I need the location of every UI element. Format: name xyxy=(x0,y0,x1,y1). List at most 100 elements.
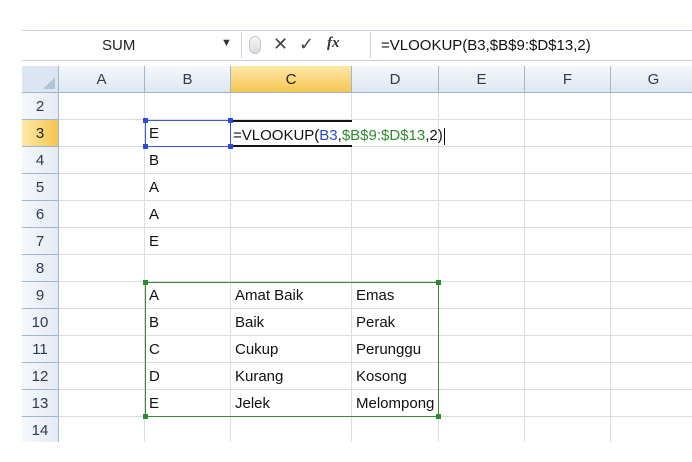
cell-e3[interactable] xyxy=(439,120,525,147)
cell-e11[interactable] xyxy=(439,336,525,363)
row-header-11[interactable]: 11 xyxy=(22,336,59,363)
cell-g11[interactable] xyxy=(611,336,692,363)
cell-f13[interactable] xyxy=(525,390,611,417)
select-all-button[interactable] xyxy=(22,66,59,93)
reference-handle-range[interactable] xyxy=(436,280,441,285)
row-header-4[interactable]: 4 xyxy=(22,147,59,174)
reference-handle-b3[interactable] xyxy=(143,144,148,149)
cell-a12[interactable] xyxy=(59,363,145,390)
cell-f12[interactable] xyxy=(525,363,611,390)
cell-e5[interactable] xyxy=(439,174,525,201)
cell-g8[interactable] xyxy=(611,255,692,282)
cell-b6[interactable]: A xyxy=(145,201,231,228)
cell-c14[interactable] xyxy=(231,417,352,442)
cell-c10[interactable]: Baik xyxy=(231,309,352,336)
cell-b7[interactable]: E xyxy=(145,228,231,255)
cell-c6[interactable] xyxy=(231,201,352,228)
cell-a9[interactable] xyxy=(59,282,145,309)
cell-a13[interactable] xyxy=(59,390,145,417)
active-cell-editor[interactable]: =VLOOKUP(B3,$B$9:$D$13,2) xyxy=(231,120,445,147)
row-header-2[interactable]: 2 xyxy=(22,93,59,120)
cell-g6[interactable] xyxy=(611,201,692,228)
cell-b11[interactable]: C xyxy=(145,336,231,363)
cell-c11[interactable]: Cukup xyxy=(231,336,352,363)
cell-f9[interactable] xyxy=(525,282,611,309)
cell-b4[interactable]: B xyxy=(145,147,231,174)
cell-a2[interactable] xyxy=(59,93,145,120)
cell-g7[interactable] xyxy=(611,228,692,255)
cell-c7[interactable] xyxy=(231,228,352,255)
cell-a8[interactable] xyxy=(59,255,145,282)
cell-e4[interactable] xyxy=(439,147,525,174)
cell-b14[interactable] xyxy=(145,417,231,442)
cell-e6[interactable] xyxy=(439,201,525,228)
cell-g14[interactable] xyxy=(611,417,692,442)
cell-e14[interactable] xyxy=(439,417,525,442)
cell-d4[interactable] xyxy=(352,147,439,174)
cell-b12[interactable]: D xyxy=(145,363,231,390)
cell-g5[interactable] xyxy=(611,174,692,201)
cell-d14[interactable] xyxy=(352,417,439,442)
column-header-g[interactable]: G xyxy=(611,66,692,93)
cancel-icon[interactable]: ✕ xyxy=(273,34,288,55)
cell-e8[interactable] xyxy=(439,255,525,282)
column-header-e[interactable]: E xyxy=(439,66,525,93)
row-header-6[interactable]: 6 xyxy=(22,201,59,228)
reference-handle-b3[interactable] xyxy=(228,118,233,123)
cell-e13[interactable] xyxy=(439,390,525,417)
cell-b9[interactable]: A xyxy=(145,282,231,309)
cell-b8[interactable] xyxy=(145,255,231,282)
cell-f2[interactable] xyxy=(525,93,611,120)
name-box[interactable]: SUM ▼ xyxy=(22,32,242,58)
cell-g10[interactable] xyxy=(611,309,692,336)
row-header-7[interactable]: 7 xyxy=(22,228,59,255)
cell-f7[interactable] xyxy=(525,228,611,255)
cell-b5[interactable]: A xyxy=(145,174,231,201)
column-header-c[interactable]: C xyxy=(231,66,352,93)
row-header-3[interactable]: 3 xyxy=(22,120,59,147)
cell-d10[interactable]: Perak xyxy=(352,309,439,336)
cell-g13[interactable] xyxy=(611,390,692,417)
cell-d9[interactable]: Emas xyxy=(352,282,439,309)
cell-e7[interactable] xyxy=(439,228,525,255)
grip-handle-icon[interactable] xyxy=(249,36,261,54)
cell-c12[interactable]: Kurang xyxy=(231,363,352,390)
cell-d5[interactable] xyxy=(352,174,439,201)
chevron-down-icon[interactable]: ▼ xyxy=(221,37,232,49)
formula-input[interactable]: =VLOOKUP(B3,$B$9:$D$13,2) xyxy=(381,37,591,54)
row-header-10[interactable]: 10 xyxy=(22,309,59,336)
cell-e9[interactable] xyxy=(439,282,525,309)
column-header-d[interactable]: D xyxy=(352,66,439,93)
cell-d11[interactable]: Perunggu xyxy=(352,336,439,363)
row-header-5[interactable]: 5 xyxy=(22,174,59,201)
cell-e10[interactable] xyxy=(439,309,525,336)
reference-handle-range[interactable] xyxy=(143,280,148,285)
cell-g2[interactable] xyxy=(611,93,692,120)
cell-g4[interactable] xyxy=(611,147,692,174)
row-header-12[interactable]: 12 xyxy=(22,363,59,390)
row-header-8[interactable]: 8 xyxy=(22,255,59,282)
cell-d8[interactable] xyxy=(352,255,439,282)
reference-handle-b3[interactable] xyxy=(143,118,148,123)
cell-d2[interactable] xyxy=(352,93,439,120)
row-header-9[interactable]: 9 xyxy=(22,282,59,309)
cell-d6[interactable] xyxy=(352,201,439,228)
cell-a6[interactable] xyxy=(59,201,145,228)
cell-d7[interactable] xyxy=(352,228,439,255)
column-header-b[interactable]: B xyxy=(145,66,231,93)
cell-c9[interactable]: Amat Baik xyxy=(231,282,352,309)
cell-c5[interactable] xyxy=(231,174,352,201)
column-header-f[interactable]: F xyxy=(525,66,611,93)
cell-a5[interactable] xyxy=(59,174,145,201)
cell-c8[interactable] xyxy=(231,255,352,282)
cell-b13[interactable]: E xyxy=(145,390,231,417)
cell-d13[interactable]: Melompong xyxy=(352,390,439,417)
checkmark-icon[interactable]: ✓ xyxy=(299,34,314,55)
cell-f11[interactable] xyxy=(525,336,611,363)
cell-a11[interactable] xyxy=(59,336,145,363)
cell-c13[interactable]: Jelek xyxy=(231,390,352,417)
cell-e12[interactable] xyxy=(439,363,525,390)
cell-a3[interactable] xyxy=(59,120,145,147)
cell-g3[interactable] xyxy=(611,120,692,147)
column-header-a[interactable]: A xyxy=(59,66,145,93)
